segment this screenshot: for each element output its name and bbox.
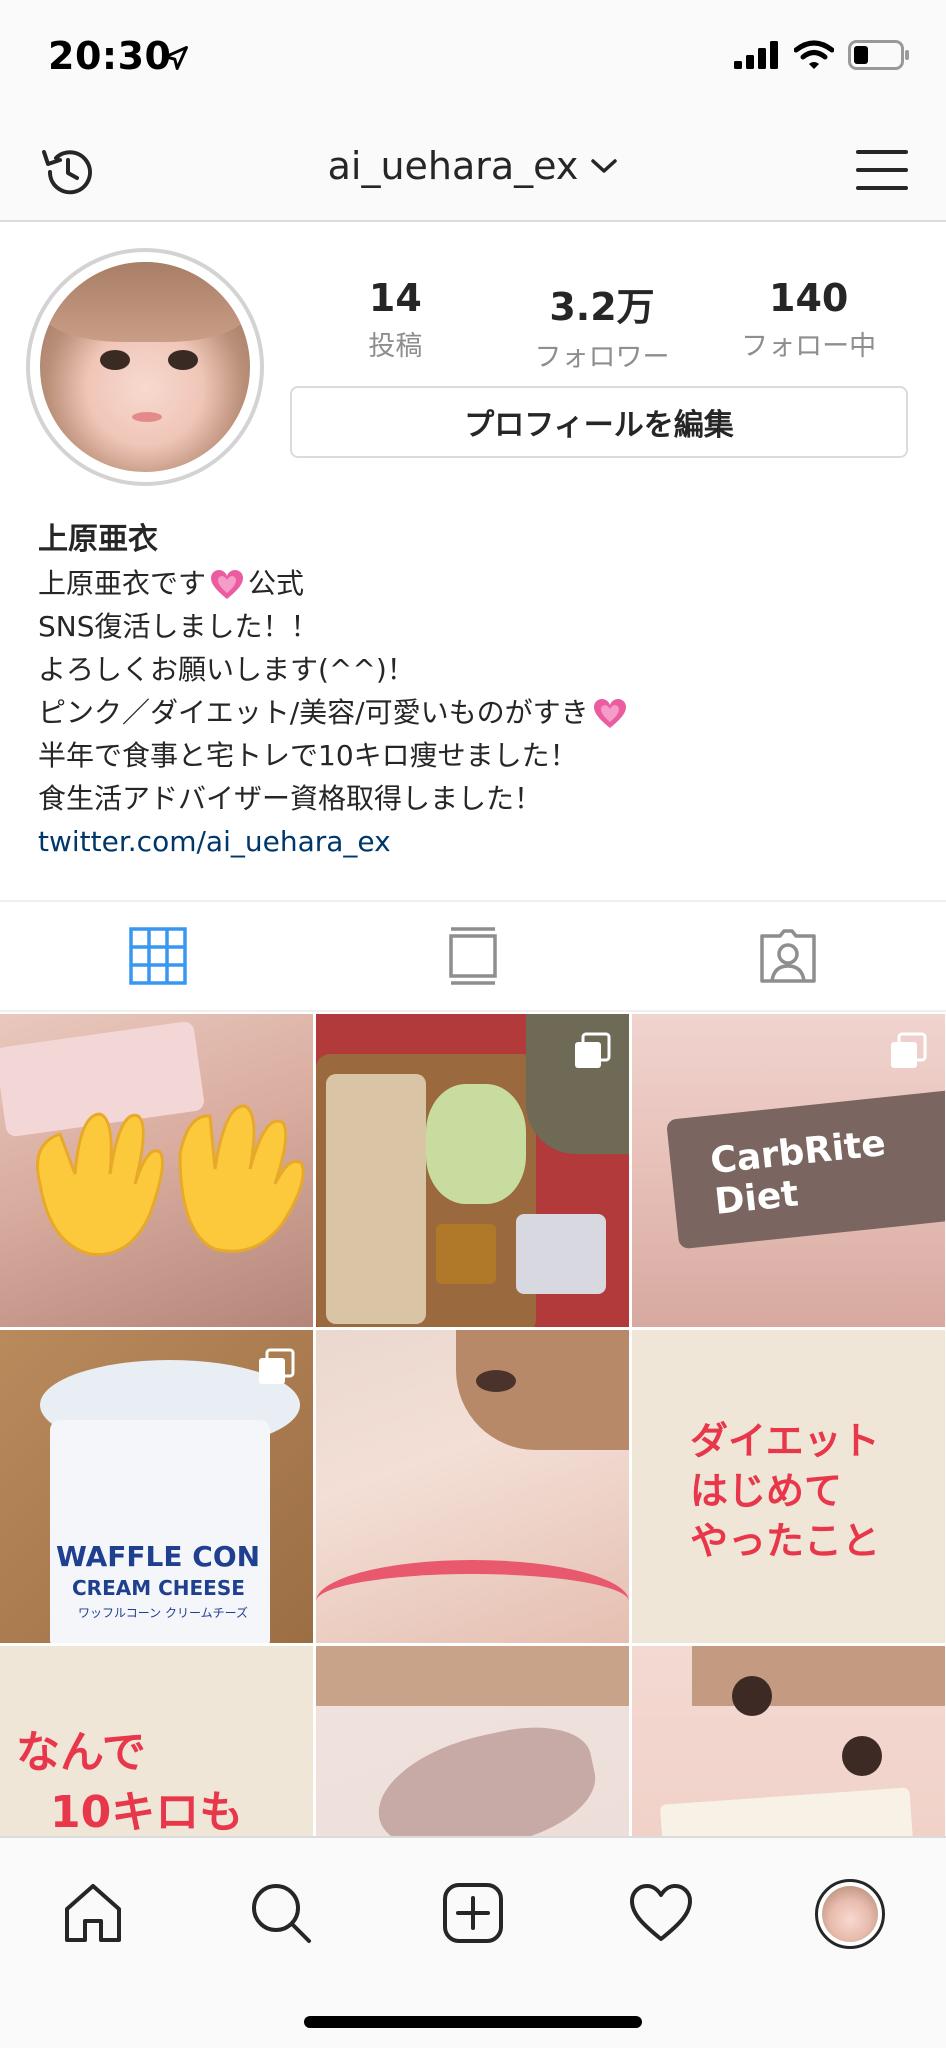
heart-emoji-icon [593, 699, 626, 728]
post-caption-line: はじめて [690, 1469, 843, 1513]
post-tile[interactable]: WAFFLE CON CREAM CHEESE ワッフルコーン クリームチーズ [0, 1330, 313, 1643]
post-tile[interactable] [316, 1330, 629, 1643]
feed-icon [449, 927, 497, 985]
raised-hands-emoji [36, 1104, 305, 1256]
posts-count: 14 [368, 276, 422, 320]
display-name: 上原亜衣 [38, 522, 158, 557]
bio-line: よろしくお願いします(^^)！ [38, 653, 415, 686]
followers-count: 3.2万 [549, 285, 655, 329]
following-label: フォロー中 [741, 331, 877, 362]
post-caption-line: 10キロも [50, 1787, 244, 1836]
tagged-icon [760, 929, 817, 983]
grid-icon [128, 927, 187, 985]
new-post-icon [443, 1883, 503, 1943]
avatar-image [40, 262, 250, 472]
tab-tagged[interactable] [631, 902, 946, 1010]
post-tile[interactable]: ダイエット はじめて やったこと [632, 1330, 945, 1643]
nav-new-post[interactable] [438, 1878, 508, 1948]
post-tile[interactable] [316, 1014, 629, 1327]
signal-icon [734, 41, 778, 69]
stat-posts[interactable]: 14 投稿 [292, 276, 499, 374]
cup-label-main: WAFFLE CON [56, 1540, 261, 1573]
heart-emoji-icon [211, 570, 244, 599]
account-switcher[interactable]: ai_uehara_ex [0, 144, 946, 188]
stat-followers[interactable]: 3.2万 フォロワー [499, 276, 706, 374]
post-caption-line: なんで [16, 1727, 146, 1778]
nav-activity[interactable] [626, 1878, 696, 1948]
post-caption-line: やったこと [690, 1519, 881, 1563]
status-bar: 20:30 [0, 0, 946, 118]
carousel-icon [259, 1348, 295, 1384]
nav-home[interactable] [58, 1878, 128, 1948]
post-tile[interactable] [0, 1014, 313, 1327]
home-indicator[interactable] [304, 2016, 642, 2028]
bottom-nav [0, 1836, 946, 2048]
posts-grid: CarbRite Diet WAFFLE CON CREAM CHEESE ワッ… [0, 1014, 946, 1836]
post-tile[interactable]: なんで 10キロも [0, 1646, 313, 1836]
stat-following[interactable]: 140 フォロー中 [705, 276, 912, 374]
post-tile[interactable] [316, 1646, 629, 1836]
bio-text: ピンク／ダイエット/美容/可愛いものがすき [38, 696, 589, 729]
bio-text: 公式 [248, 567, 305, 600]
username-title: ai_uehara_ex [327, 144, 579, 188]
status-time: 20:30 [48, 34, 172, 78]
location-arrow-icon [164, 46, 188, 70]
posts-label: 投稿 [368, 331, 423, 362]
carousel-icon [575, 1032, 611, 1068]
post-tile[interactable] [632, 1646, 945, 1836]
cup-label-sub: CREAM CHEESE [72, 1576, 245, 1600]
bio-link[interactable]: twitter.com/ai_uehara_ex [38, 820, 918, 863]
following-count: 140 [769, 276, 849, 320]
carousel-icon [891, 1032, 927, 1068]
menu-icon[interactable] [854, 142, 910, 198]
followers-label: フォロワー [534, 342, 670, 373]
tab-feed[interactable] [315, 902, 630, 1010]
nav-search[interactable] [246, 1878, 316, 1948]
bio-line: SNS復活しました！！ [38, 610, 319, 643]
profile-avatar[interactable] [26, 248, 264, 486]
search-icon [252, 1884, 311, 1943]
post-tile[interactable]: CarbRite Diet [632, 1014, 945, 1327]
post-caption-line: ダイエット [690, 1419, 880, 1463]
profile-tabs [0, 900, 946, 1012]
wifi-icon [794, 40, 834, 69]
profile-header-bar: ai_uehara_ex [0, 118, 946, 222]
chevron-down-icon [591, 159, 618, 173]
bio-line: 上原亜衣です 公式 [38, 562, 918, 605]
bio-line: 半年で食事と宅トレで10キロ痩せました！ [38, 739, 578, 772]
bio-line: 食生活アドバイザー資格取得しました！ [38, 782, 543, 815]
bio-line: ピンク／ダイエット/美容/可愛いものがすき [38, 691, 918, 734]
cup-label-jp: ワッフルコーン クリームチーズ [78, 1606, 249, 1620]
tab-grid[interactable] [0, 902, 315, 1010]
edit-profile-button[interactable]: プロフィールを編集 [290, 386, 908, 458]
profile-stats: 14 投稿 3.2万 フォロワー 140 フォロー中 [292, 276, 912, 374]
home-icon [65, 1884, 121, 1942]
heart-icon [630, 1884, 692, 1941]
bio-text: 上原亜衣です [38, 567, 207, 600]
nav-profile[interactable] [814, 1878, 886, 1950]
profile-avatar-small [815, 1879, 885, 1949]
bio: 上原亜衣 上原亜衣です 公式 SNS復活しました！！ よろしくお願いします(^^)… [38, 518, 918, 863]
battery-icon [848, 40, 909, 70]
